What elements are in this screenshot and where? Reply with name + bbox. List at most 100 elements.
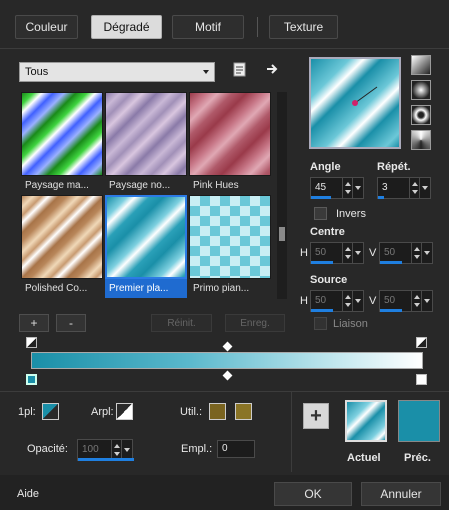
sunburst-style-icon[interactable] [411, 130, 431, 150]
spinner-arrows[interactable] [342, 243, 352, 263]
background-color-swatch[interactable] [116, 403, 133, 420]
spinner-arrows[interactable] [342, 178, 352, 198]
value-bar [311, 309, 333, 312]
thumbnail-swatch [189, 195, 271, 279]
header-divider [0, 48, 449, 49]
thumbnail-primo-pian[interactable]: Primo pian... [189, 195, 271, 298]
color-stop-end[interactable] [416, 374, 427, 385]
location-field[interactable]: 0 [217, 440, 255, 458]
dropdown-arrow-icon[interactable] [421, 291, 432, 311]
thumbnail-swatch [105, 195, 187, 279]
value-bar [380, 261, 402, 264]
thumbnail-label: Primo pian... [193, 283, 250, 294]
opacity-stop-end[interactable] [416, 337, 427, 348]
help-link[interactable]: Aide [17, 488, 39, 500]
category-dropdown-value: Tous [25, 66, 49, 78]
arrow-right-icon[interactable] [266, 62, 280, 76]
thumbnail-label: Polished Co... [25, 283, 88, 294]
thumbnail-label: Premier pla... [105, 279, 187, 298]
source-h-spinner[interactable]: 50 [310, 290, 364, 312]
opacity-value: 100 [82, 444, 99, 455]
source-v-value: 50 [384, 295, 396, 306]
link-checkbox[interactable] [314, 317, 327, 330]
spinner-arrows[interactable] [411, 291, 421, 311]
thumbnail-polished-co[interactable]: Polished Co... [21, 195, 103, 298]
center-v-spinner[interactable]: 50 [379, 242, 433, 264]
dropdown-arrow-icon[interactable] [352, 178, 363, 198]
save-button[interactable]: Enreg. [225, 314, 285, 332]
thumbnail-swatch [189, 92, 271, 176]
stop-color-swatch[interactable] [42, 403, 59, 420]
gradient-bar[interactable] [31, 352, 423, 369]
rectangular-style-icon[interactable] [411, 80, 431, 100]
repeat-label: Répét. [377, 161, 411, 173]
tab-couleur[interactable]: Couleur [15, 15, 78, 39]
tab-motif[interactable]: Motif [172, 15, 244, 39]
reset-button[interactable]: Réinit. [151, 314, 212, 332]
angle-spinner[interactable]: 45 [310, 177, 364, 199]
gradient-preview[interactable] [309, 57, 401, 149]
opacity-midpoint[interactable] [222, 341, 233, 352]
center-h-value: 50 [315, 247, 327, 258]
ok-button[interactable]: OK [274, 482, 352, 506]
thumbnail-paysage-ma[interactable]: Paysage ma... [21, 92, 103, 195]
category-dropdown[interactable]: Tous [19, 62, 215, 82]
scrollbar-thumb[interactable] [279, 227, 285, 241]
dropdown-arrow-icon[interactable] [419, 178, 430, 198]
user-color-swatch-2[interactable] [235, 403, 252, 420]
background-color-label: Arpl: [91, 406, 114, 418]
location-label: Empl.: [181, 443, 213, 455]
thumbnail-swatch [21, 92, 103, 176]
source-h-value: 50 [315, 295, 327, 306]
source-label: Source [310, 274, 348, 286]
spinner-arrows[interactable] [111, 440, 121, 460]
library-icon[interactable] [232, 62, 248, 78]
spinner-arrows[interactable] [411, 243, 421, 263]
cancel-button[interactable]: Annuler [361, 482, 441, 506]
center-v-value: 50 [384, 247, 396, 258]
thumbnail-swatch [21, 195, 103, 279]
invert-checkbox[interactable] [314, 207, 327, 220]
color-stop-start[interactable] [26, 374, 37, 385]
tab-separator [257, 17, 258, 37]
source-v-label: V [369, 295, 377, 307]
tab-degrade[interactable]: Dégradé [91, 15, 162, 39]
angle-label: Angle [310, 161, 341, 173]
add-gradient-button[interactable]: + [19, 314, 49, 332]
thumbnail-premier-pla[interactable]: Premier pla... [105, 195, 187, 298]
thumbnail-label: Paysage ma... [25, 180, 89, 191]
current-gradient-swatch[interactable] [345, 400, 387, 442]
chevron-down-icon [203, 70, 209, 74]
spinner-arrows[interactable] [409, 178, 419, 198]
invert-label: Invers [336, 208, 366, 220]
thumbnail-label: Paysage no... [109, 180, 171, 191]
value-bar [311, 196, 331, 199]
dropdown-arrow-icon[interactable] [121, 440, 132, 460]
add-to-swatches-button[interactable]: + [303, 403, 329, 429]
location-value: 0 [222, 443, 228, 454]
thumbnail-pink-hues[interactable]: Pink Hues [189, 92, 271, 195]
dropdown-arrow-icon[interactable] [421, 243, 432, 263]
stop-color-label: 1pl: [18, 406, 36, 418]
spinner-arrows[interactable] [342, 291, 352, 311]
tab-texture[interactable]: Texture [269, 15, 338, 39]
thumbnail-paysage-no[interactable]: Paysage no... [105, 92, 187, 195]
opacity-label: Opacité: [27, 443, 68, 455]
thumbnail-scrollbar[interactable] [277, 92, 287, 299]
user-color-swatch-1[interactable] [209, 403, 226, 420]
center-h-spinner[interactable]: 50 [310, 242, 364, 264]
value-bar [78, 458, 134, 461]
value-bar [378, 196, 384, 199]
color-midpoint[interactable] [222, 370, 233, 381]
dropdown-arrow-icon[interactable] [352, 243, 363, 263]
center-label: Centre [310, 226, 345, 238]
repeat-spinner[interactable]: 3 [377, 177, 431, 199]
opacity-stop-start[interactable] [26, 337, 37, 348]
linear-style-icon[interactable] [411, 55, 431, 75]
radial-style-icon[interactable] [411, 105, 431, 125]
source-v-spinner[interactable]: 50 [379, 290, 433, 312]
remove-gradient-button[interactable]: - [56, 314, 86, 332]
previous-color-swatch[interactable] [398, 400, 440, 442]
opacity-spinner[interactable]: 100 [77, 439, 134, 461]
dropdown-arrow-icon[interactable] [352, 291, 363, 311]
